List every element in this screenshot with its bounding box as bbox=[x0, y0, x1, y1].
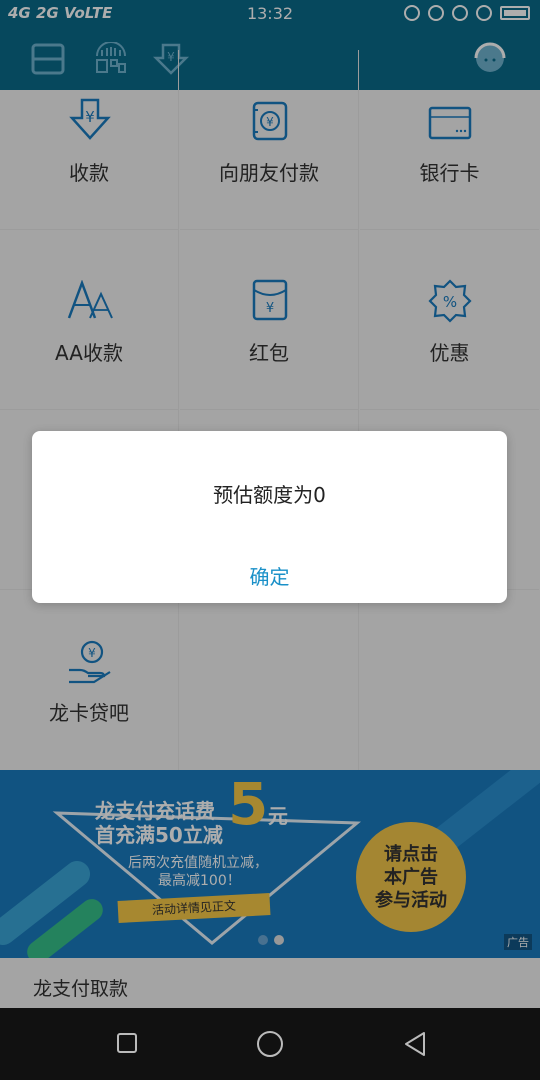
recent-apps-icon[interactable] bbox=[116, 1032, 138, 1054]
confirm-button[interactable]: 确定 bbox=[32, 561, 507, 590]
system-nav-bar bbox=[0, 1008, 540, 1080]
alert-dialog: 预估额度为0 确定 bbox=[32, 431, 507, 603]
back-icon[interactable] bbox=[402, 1030, 428, 1058]
dialog-message: 预估额度为0 bbox=[213, 483, 326, 507]
home-icon[interactable] bbox=[256, 1030, 284, 1058]
